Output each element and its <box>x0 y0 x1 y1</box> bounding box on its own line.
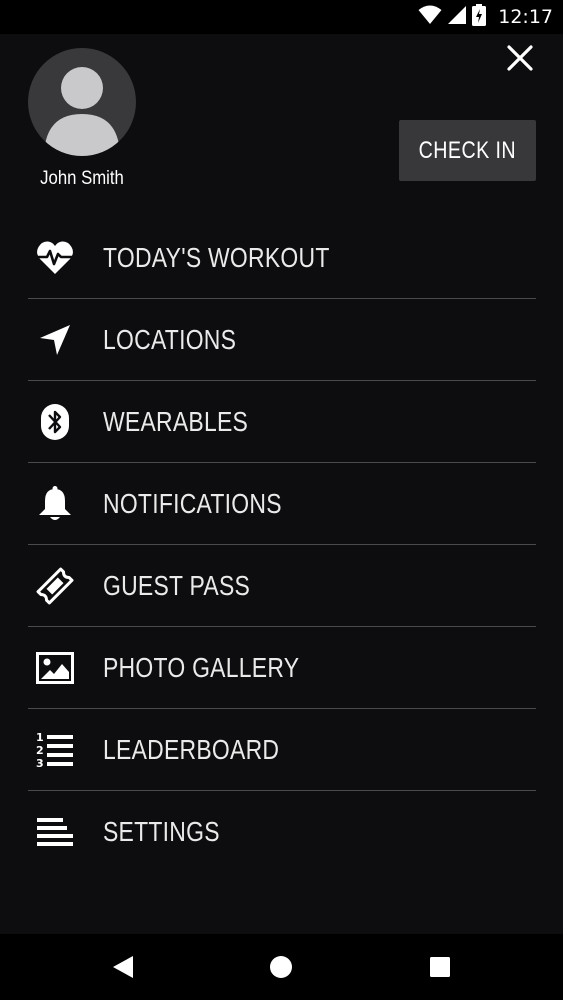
signal-icon <box>448 5 467 29</box>
avatar[interactable] <box>28 48 136 156</box>
menu-item-label: WEARABLES <box>103 405 249 437</box>
check-in-button[interactable]: CHECK IN <box>399 120 536 181</box>
menu-item-label: NOTIFICATIONS <box>103 487 282 519</box>
bell-icon <box>34 483 76 525</box>
menu-item-label: PHOTO GALLERY <box>103 651 300 683</box>
menu-item-leaderboard[interactable]: 1 2 3 LEADERBOARD <box>28 709 536 791</box>
status-icons: 12:17 <box>418 0 553 34</box>
svg-text:3: 3 <box>36 757 44 769</box>
recents-button[interactable] <box>400 934 480 1000</box>
status-bar: 12:17 <box>0 0 563 34</box>
drawer-menu: TODAY'S WORKOUT LOCATIONS WEARABLES NOTI… <box>28 217 536 873</box>
home-icon <box>270 956 292 978</box>
status-time: 12:17 <box>498 6 553 28</box>
menu-item-settings[interactable]: SETTINGS <box>28 791 536 873</box>
image-icon <box>34 647 76 689</box>
close-icon <box>507 45 533 71</box>
user-name: John Smith <box>40 168 124 189</box>
menu-item-locations[interactable]: LOCATIONS <box>28 299 536 381</box>
svg-text:1: 1 <box>36 731 44 744</box>
menu-item-label: LEADERBOARD <box>103 733 280 765</box>
svg-text:2: 2 <box>36 744 44 757</box>
ticket-icon <box>34 565 76 607</box>
wifi-icon <box>418 5 442 30</box>
bluetooth-icon <box>34 401 76 443</box>
battery-charging-icon <box>472 3 487 31</box>
recents-icon <box>430 957 450 977</box>
check-in-label: CHECK IN <box>418 136 517 164</box>
menu-item-notifications[interactable]: NOTIFICATIONS <box>28 463 536 545</box>
menu-item-label: TODAY'S WORKOUT <box>103 241 330 273</box>
back-icon <box>113 956 133 978</box>
numbered-list-icon: 1 2 3 <box>34 729 76 771</box>
heart-pulse-icon <box>34 237 76 279</box>
menu-item-guest-pass[interactable]: GUEST PASS <box>28 545 536 627</box>
home-button[interactable] <box>241 934 321 1000</box>
align-left-icon <box>34 811 76 853</box>
menu-item-label: LOCATIONS <box>103 323 237 355</box>
menu-item-label: SETTINGS <box>103 816 220 847</box>
close-button[interactable] <box>502 40 538 76</box>
menu-item-wearables[interactable]: WEARABLES <box>28 381 536 463</box>
navigation-arrow-icon <box>34 319 76 361</box>
menu-item-todays-workout[interactable]: TODAY'S WORKOUT <box>28 217 536 299</box>
person-icon <box>44 67 120 156</box>
system-nav-bar <box>0 934 563 1000</box>
menu-item-label: GUEST PASS <box>103 569 251 601</box>
navigation-drawer: John Smith CHECK IN TODAY'S WORKOUT LOCA… <box>0 34 563 934</box>
back-button[interactable] <box>83 934 163 1000</box>
menu-item-photo-gallery[interactable]: PHOTO GALLERY <box>28 627 536 709</box>
